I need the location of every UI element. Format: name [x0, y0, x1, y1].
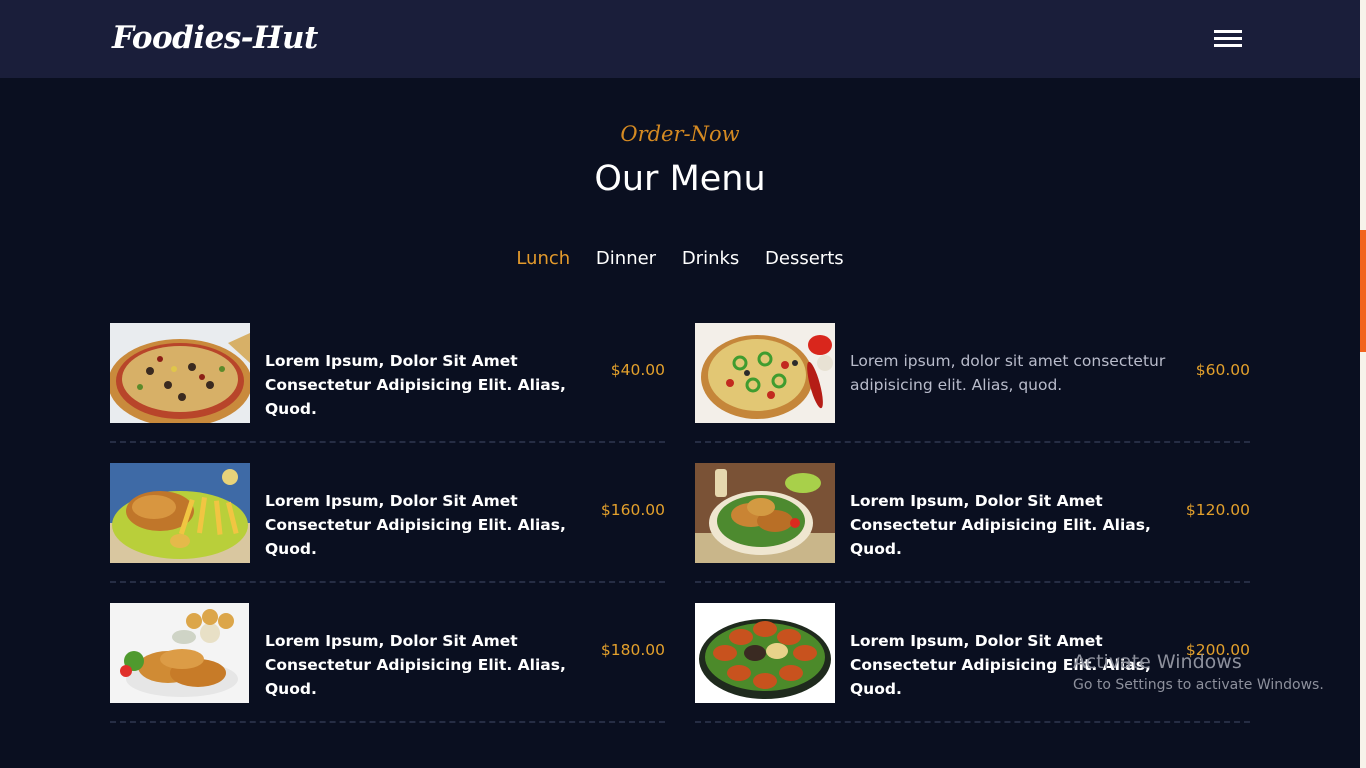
item-description: Lorem Ipsum, Dolor Sit Amet Consectetur … — [265, 352, 566, 418]
item-price: $120.00 — [1185, 501, 1250, 519]
watermark-title: Activate Windows — [1073, 651, 1242, 673]
hamburger-menu-icon[interactable] — [1213, 28, 1243, 50]
menu-item[interactable]: Lorem Ipsum, Dolor Sit Amet Consectetur … — [110, 603, 665, 723]
item-price: $60.00 — [1195, 361, 1250, 379]
item-price: $40.00 — [610, 361, 665, 379]
section-subtitle: Order-Now — [620, 122, 740, 146]
item-price: $160.00 — [600, 501, 665, 519]
section-title: Our Menu — [594, 159, 766, 199]
menu-bar — [1214, 37, 1242, 40]
item-description: Lorem Ipsum, Dolor Sit Amet Consectetur … — [850, 492, 1151, 558]
top-navbar: Foodies-Hut — [0, 0, 1360, 78]
activate-windows-watermark: Activate Windows Go to Settings to activ… — [1073, 650, 1324, 696]
fried-chicken-plate-photo — [695, 463, 835, 563]
menu-bar — [1214, 44, 1242, 47]
watermark-subtitle: Go to Settings to activate Windows. — [1073, 677, 1324, 693]
menu-item[interactable]: Lorem Ipsum, Dolor Sit Amet Consectetur … — [110, 323, 665, 443]
chicken-fries-photo — [110, 463, 250, 563]
chicken-strips-photo — [110, 603, 250, 703]
scrollbar-thumb[interactable] — [1360, 230, 1366, 352]
menu-item[interactable]: Lorem Ipsum, Dolor Sit Amet Consectetur … — [110, 463, 665, 583]
pizza-peppers-photo — [695, 323, 835, 423]
tab-lunch[interactable]: Lunch — [516, 248, 570, 269]
tab-desserts[interactable]: Desserts — [765, 248, 844, 269]
menu-bar — [1214, 30, 1242, 33]
pizza-photo — [110, 323, 250, 423]
chicken-wings-platter-photo — [695, 603, 835, 703]
item-price: $180.00 — [600, 641, 665, 659]
item-description: Lorem Ipsum, Dolor Sit Amet Consectetur … — [265, 632, 566, 698]
scrollbar-track[interactable] — [1360, 0, 1366, 768]
tab-drinks[interactable]: Drinks — [682, 248, 739, 269]
item-description: Lorem Ipsum, Dolor Sit Amet Consectetur … — [265, 492, 566, 558]
tab-dinner[interactable]: Dinner — [596, 248, 656, 269]
item-description: Lorem ipsum, dolor sit amet consectetur … — [850, 352, 1166, 394]
menu-item[interactable]: Lorem ipsum, dolor sit amet consectetur … — [695, 323, 1250, 443]
menu-item[interactable]: Lorem Ipsum, Dolor Sit Amet Consectetur … — [695, 463, 1250, 583]
site-logo[interactable]: Foodies-Hut — [112, 18, 318, 58]
menu-tabs: Lunch Dinner Drinks Desserts — [0, 248, 1360, 269]
